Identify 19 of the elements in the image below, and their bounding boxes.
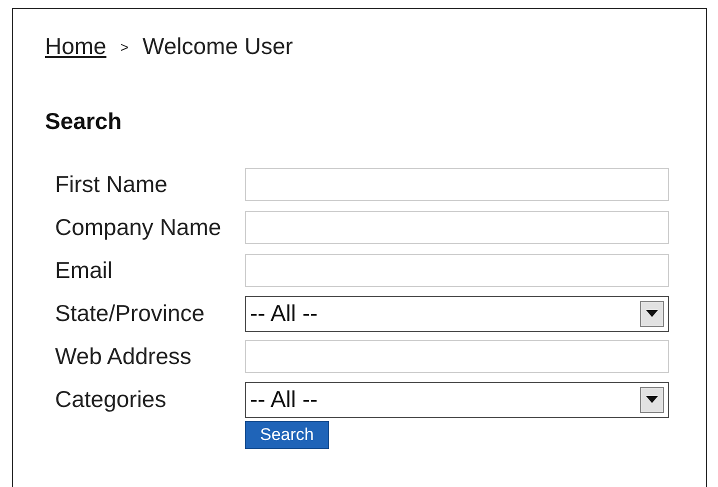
field-label: Company Name [55,214,222,241]
search-button[interactable]: Search [245,421,329,449]
text-field[interactable] [245,211,669,244]
text-field[interactable] [245,254,669,287]
dropdown[interactable]: -- All -- [245,296,669,332]
text-field[interactable] [245,340,669,373]
section-heading: Search [45,108,123,135]
field-label: State/Province [55,300,206,327]
field-label: Categories [55,386,168,413]
caret-icon [640,300,664,326]
breadcrumb-current: Welcome User [142,33,293,60]
caret-icon [640,386,664,412]
breadcrumb-separator: > [120,38,129,54]
home-link[interactable]: Home [45,33,106,60]
dropdown[interactable]: -- All -- [245,382,669,418]
field-label: Email [55,257,114,284]
field-label: Web Address [55,343,192,370]
field-label: First Name [55,171,168,198]
text-field[interactable] [245,168,669,201]
